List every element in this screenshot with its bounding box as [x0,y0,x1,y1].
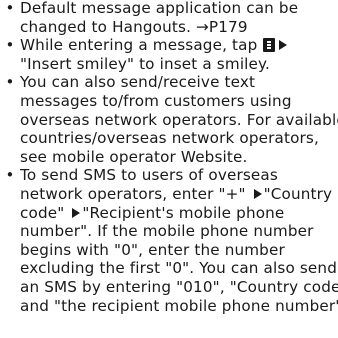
text-segment: "Recipient's mobile phone [82,203,285,222]
bullet-dot: • [5,0,15,17]
text-line: see mobile operator Website. [20,147,248,166]
text-line: You can also send/receive text [20,73,256,92]
bullet-dot: • [5,36,15,55]
menu-key-icon [263,38,276,53]
text-line: countries/overseas network operators, [20,129,319,148]
bullet-item-hangouts: • Default message application can be cha… [0,0,338,36]
right-triangle-icon [253,188,262,199]
text-line: To send SMS to users of overseas [20,166,278,185]
text-line: While entering a message, tap [20,36,338,55]
text-line: network operators, enter "+" "Country [20,185,338,204]
text-line: code" "Recipient's mobile phone [20,204,338,223]
bullet-dot: • [5,166,15,185]
bullet-list: • Default message application can be cha… [0,0,338,315]
right-triangle-icon [279,40,288,51]
text-segment: network operators, enter "+" [20,184,251,203]
text-line: Default message application can be [20,0,299,17]
text-line: "Insert smiley" to inset a smiley. [20,54,270,73]
text-line: messages to/from customers using [20,91,292,110]
text-line: excluding the first "0". You can also se… [20,259,337,278]
bullet-item-smiley: • While entering a message, tap "Insert … [0,36,338,73]
text-line: changed to Hangouts. →P179 [20,17,248,36]
text-line: begins with "0", enter the number [20,240,285,259]
text-segment: While entering a message, tap [20,36,263,55]
bullet-dot: • [5,73,15,92]
text-line: an SMS by entering "010", "Country code" [20,277,338,296]
text-line: overseas network operators. For availabl… [20,110,338,129]
text-segment: "Country [263,184,333,203]
bullet-item-send-sms: • To send SMS to users of overseas netwo… [0,166,338,315]
right-triangle-icon [72,207,81,218]
text-line: number". If the mobile phone number [20,222,314,241]
text-line: and "the recipient mobile phone number". [20,296,338,315]
text-segment: code" [20,203,70,222]
bullet-item-overseas: • You can also send/receive text message… [0,73,338,166]
manual-page: • Default message application can be cha… [0,0,338,338]
